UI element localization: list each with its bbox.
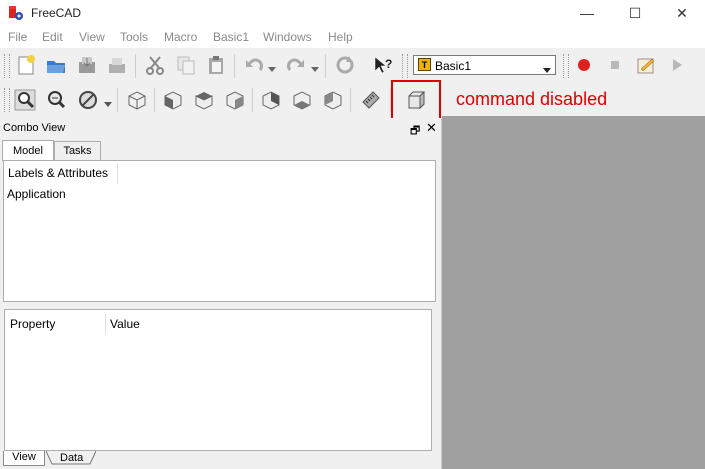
front-view-icon[interactable]: [160, 87, 186, 113]
edit-macro-icon[interactable]: [633, 52, 659, 78]
tab-view[interactable]: View: [3, 451, 45, 466]
tab-label: Model: [13, 145, 43, 157]
refresh-icon[interactable]: [332, 52, 358, 78]
redo-icon[interactable]: [283, 52, 309, 78]
measure-icon[interactable]: [358, 87, 384, 113]
right-view-icon[interactable]: [222, 87, 248, 113]
left-view-icon[interactable]: [320, 87, 346, 113]
toolbar-separator: [234, 54, 235, 78]
draw-style-icon[interactable]: [75, 87, 101, 113]
toolbar-grip[interactable]: [4, 54, 10, 78]
run-macro-icon[interactable]: [664, 52, 690, 78]
menu-file[interactable]: File: [8, 30, 27, 44]
fit-all-icon[interactable]: [12, 87, 38, 113]
close-icon: ✕: [676, 4, 688, 21]
window-title: FreeCAD: [31, 6, 82, 20]
tree-column-header[interactable]: Labels & Attributes: [4, 163, 118, 184]
toolbar-separator: [350, 88, 351, 112]
menu-help[interactable]: Help: [328, 30, 353, 44]
highlight-box: [391, 80, 441, 120]
isometric-view-icon[interactable]: [124, 87, 150, 113]
undo-icon[interactable]: [241, 52, 267, 78]
menu-tools[interactable]: Tools: [120, 30, 148, 44]
undo-dropdown-icon[interactable]: [268, 62, 276, 72]
toolbar-grip[interactable]: [402, 54, 408, 78]
save-as-icon[interactable]: [104, 52, 130, 78]
record-macro-icon[interactable]: [571, 52, 597, 78]
stop-macro-icon[interactable]: [602, 52, 628, 78]
annotation-label: command disabled: [456, 89, 608, 109]
rear-view-icon[interactable]: [258, 87, 284, 113]
property-column-header[interactable]: Property: [6, 314, 106, 334]
tab-model[interactable]: Model: [2, 140, 54, 161]
toolbar-separator: [135, 54, 136, 78]
tab-label: Data: [60, 452, 84, 464]
minimize-icon: —: [580, 5, 594, 21]
toolbar-separator: [117, 88, 118, 112]
chevron-down-icon: [543, 63, 551, 73]
tree-item-application[interactable]: Application: [7, 187, 66, 201]
workbench-label: Basic1: [435, 59, 472, 73]
menu-macro[interactable]: Macro: [164, 30, 197, 44]
svg-text:?: ?: [385, 57, 392, 71]
toolbar-separator: [325, 54, 326, 78]
toolbar-grip[interactable]: [563, 54, 569, 78]
freecad-logo-icon: [8, 5, 24, 21]
draw-style-dropdown-icon[interactable]: [104, 97, 112, 107]
combo-view-title: Combo View: [3, 122, 66, 134]
tab-data[interactable]: Data: [46, 451, 96, 465]
workbench-icon: T: [418, 58, 431, 71]
value-column-header[interactable]: Value: [106, 314, 140, 334]
toolbar-grip[interactable]: [4, 88, 10, 112]
menu-view[interactable]: View: [79, 30, 105, 44]
save-icon[interactable]: [74, 52, 100, 78]
top-view-icon[interactable]: [191, 87, 217, 113]
menu-edit[interactable]: Edit: [42, 30, 63, 44]
maximize-icon: ☐: [628, 4, 642, 21]
menu-basic1[interactable]: Basic1: [213, 30, 249, 44]
toolbar-separator: [154, 88, 155, 112]
open-file-icon[interactable]: [43, 52, 69, 78]
bottom-view-icon[interactable]: [289, 87, 315, 113]
cut-icon[interactable]: [142, 52, 168, 78]
redo-dropdown-icon[interactable]: [311, 62, 319, 72]
close-panel-icon[interactable]: ✕: [426, 120, 437, 136]
mdi-area[interactable]: [442, 116, 705, 469]
toolbar-separator: [252, 88, 253, 112]
fit-selection-icon[interactable]: [43, 87, 69, 113]
whats-this-icon[interactable]: ?: [370, 52, 396, 78]
new-file-icon[interactable]: [13, 52, 39, 78]
paste-icon[interactable]: [203, 52, 229, 78]
tab-label: Tasks: [63, 145, 92, 157]
float-panel-icon[interactable]: 🗗: [410, 122, 420, 141]
tab-tasks[interactable]: Tasks: [54, 141, 101, 160]
minimize-button[interactable]: —: [564, 0, 610, 26]
close-button[interactable]: ✕: [659, 0, 705, 26]
maximize-button[interactable]: ☐: [612, 0, 658, 26]
menu-windows[interactable]: Windows: [263, 30, 312, 44]
copy-icon[interactable]: [173, 52, 199, 78]
